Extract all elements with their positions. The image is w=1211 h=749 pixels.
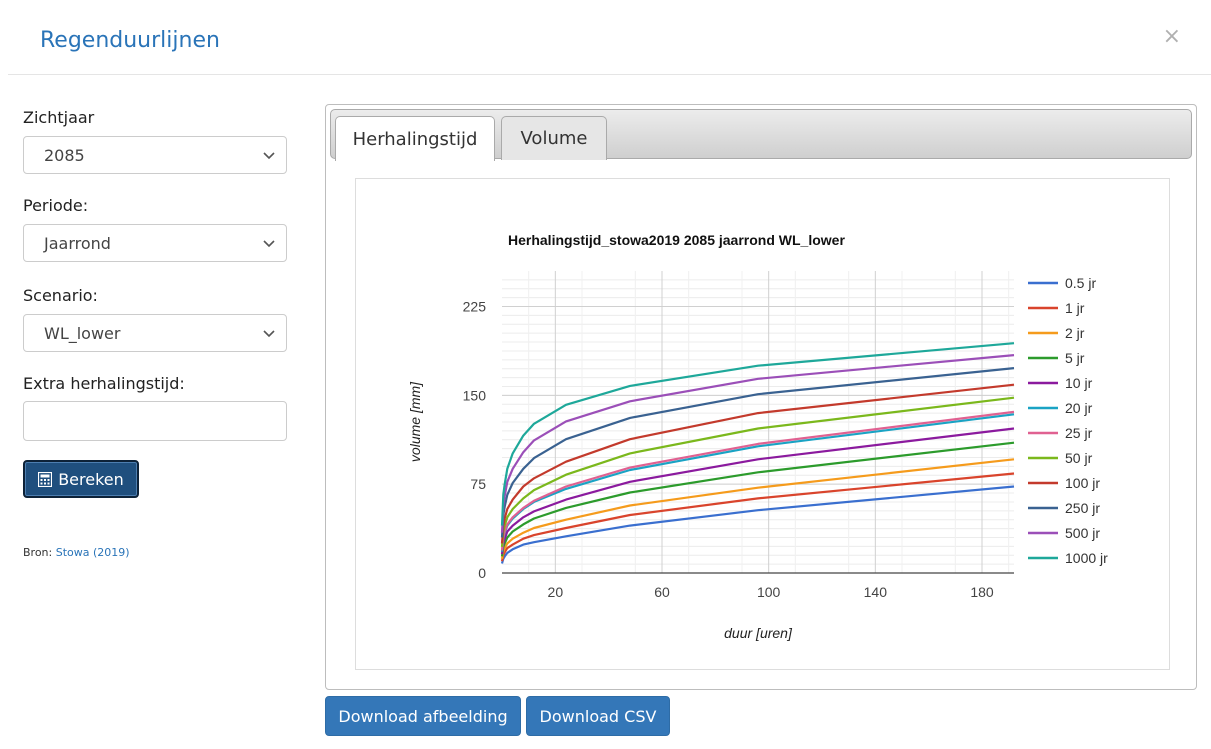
x-tick-label: 60 bbox=[654, 584, 670, 600]
periode-value: Jaarrond bbox=[44, 234, 111, 253]
legend-label: 250 jr bbox=[1065, 500, 1100, 516]
chart-svg: 0 75 150 225 20 60 100 140 180 Herhalingstijd_sto… bbox=[407, 232, 1108, 641]
x-tick-label: 100 bbox=[757, 584, 781, 600]
chart-panel: Herhalingstijd Volume 0 75 150 225 20 60 100 14… bbox=[325, 104, 1197, 690]
y-tick-label: 0 bbox=[478, 565, 486, 581]
y-tick-label: 75 bbox=[470, 476, 486, 492]
periode-select[interactable]: Jaarrond bbox=[23, 224, 287, 262]
extra-herhalingstijd-input[interactable] bbox=[23, 401, 287, 441]
zichtjaar-select[interactable]: 2085 bbox=[23, 136, 287, 174]
legend-label: 500 jr bbox=[1065, 525, 1100, 541]
tab-herhalingstijd[interactable]: Herhalingstijd bbox=[335, 116, 495, 161]
zichtjaar-value: 2085 bbox=[44, 146, 85, 165]
legend-label: 20 jr bbox=[1065, 400, 1093, 416]
y-axis-label: volume [mm] bbox=[407, 381, 423, 462]
legend-label: 10 jr bbox=[1065, 375, 1093, 391]
series-line bbox=[500, 458, 1015, 559]
x-tick-label: 180 bbox=[970, 584, 994, 600]
scenario-value: WL_lower bbox=[44, 324, 121, 343]
legend-label: 2 jr bbox=[1065, 325, 1085, 341]
extra-herhalingstijd-label: Extra herhalingstijd: bbox=[23, 374, 185, 393]
legend-label: 25 jr bbox=[1065, 425, 1093, 441]
y-tick-label: 225 bbox=[463, 299, 487, 315]
x-tick-label: 140 bbox=[864, 584, 888, 600]
legend-label: 50 jr bbox=[1065, 450, 1093, 466]
download-csv-button[interactable]: Download CSV bbox=[526, 696, 670, 736]
bereken-label: Bereken bbox=[58, 469, 124, 489]
modal-dialog: Regenduurlijnen × Zichtjaar 2085 Periode… bbox=[8, 8, 1211, 749]
tab-volume[interactable]: Volume bbox=[501, 116, 607, 160]
chevron-down-icon bbox=[263, 330, 275, 338]
modal-title: Regenduurlijnen bbox=[40, 28, 220, 53]
legend-label: 1000 jr bbox=[1065, 550, 1108, 566]
bereken-button[interactable]: Bereken bbox=[23, 460, 139, 498]
source-note: Bron: Stowa (2019) bbox=[23, 546, 130, 559]
chevron-down-icon bbox=[263, 152, 275, 160]
legend-label: 0.5 jr bbox=[1065, 275, 1096, 291]
chevron-down-icon bbox=[263, 240, 275, 248]
download-image-button[interactable]: Download afbeelding bbox=[325, 696, 521, 736]
y-tick-label: 150 bbox=[463, 387, 487, 403]
legend-label: 5 jr bbox=[1065, 350, 1085, 366]
scenario-select[interactable]: WL_lower bbox=[23, 314, 287, 352]
periode-label: Periode: bbox=[23, 196, 89, 215]
scenario-label: Scenario: bbox=[23, 286, 98, 305]
x-tick-label: 20 bbox=[548, 584, 564, 600]
chart-title: Herhalingstijd_stowa2019 2085 jaarrond W… bbox=[508, 232, 845, 248]
legend-label: 100 jr bbox=[1065, 475, 1100, 491]
tab-bar: Herhalingstijd Volume bbox=[330, 109, 1192, 161]
source-link[interactable]: Stowa (2019) bbox=[56, 546, 130, 559]
chart-container: 0 75 150 225 20 60 100 140 180 Herhalingstijd_sto… bbox=[355, 178, 1170, 670]
modal-header: Regenduurlijnen × bbox=[8, 8, 1211, 75]
x-axis-label: duur [uren] bbox=[724, 625, 793, 641]
source-prefix: Bron: bbox=[23, 546, 53, 559]
calculator-icon bbox=[38, 471, 53, 487]
close-icon[interactable]: × bbox=[1163, 24, 1181, 49]
zichtjaar-label: Zichtjaar bbox=[23, 108, 95, 127]
legend-label: 1 jr bbox=[1065, 300, 1085, 316]
